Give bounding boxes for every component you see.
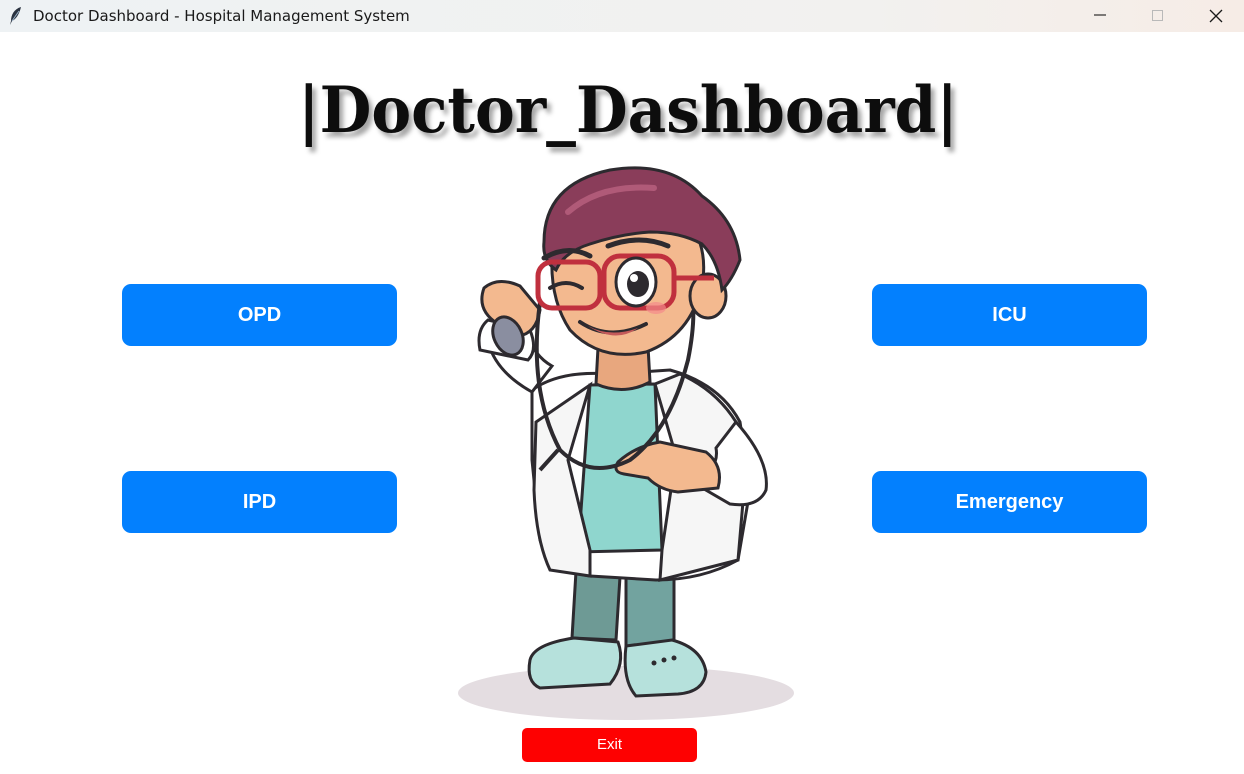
minimize-icon	[1094, 14, 1106, 16]
ipd-button[interactable]: IPD	[122, 471, 397, 533]
doctor-illustration	[458, 166, 794, 720]
maximize-icon	[1152, 10, 1163, 21]
exit-button[interactable]: Exit	[522, 728, 697, 762]
window-title: Doctor Dashboard - Hospital Management S…	[33, 7, 410, 25]
feather-icon	[10, 7, 21, 25]
minimize-button[interactable]	[1071, 0, 1129, 32]
window-titlebar: Doctor Dashboard - Hospital Management S…	[0, 0, 1244, 32]
emergency-button[interactable]: Emergency	[872, 471, 1147, 533]
heading-text: |Doctor_Dashboard|	[298, 73, 958, 148]
page-heading: |Doctor_Dashboard|	[298, 73, 958, 148]
maximize-button[interactable]	[1129, 0, 1187, 32]
close-icon	[1209, 9, 1223, 23]
icu-button[interactable]: ICU	[872, 284, 1147, 346]
opd-button[interactable]: OPD	[122, 284, 397, 346]
close-button[interactable]	[1187, 0, 1244, 32]
